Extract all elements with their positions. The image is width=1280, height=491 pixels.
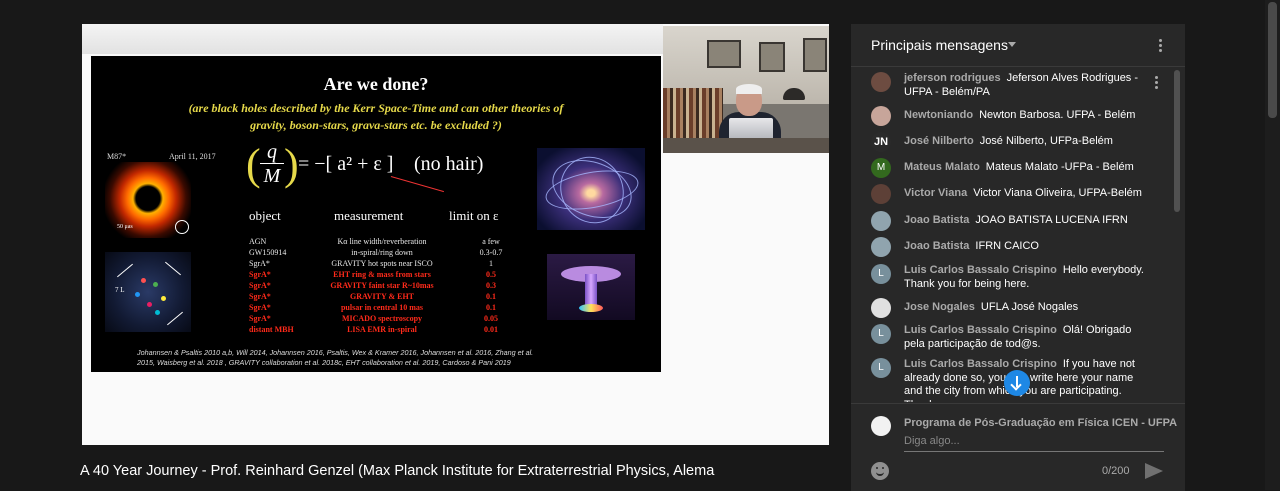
chat-message-input[interactable]: Diga algo... (904, 434, 1164, 452)
equation-note: (no hair) (414, 153, 484, 175)
message-author: José Nilberto (904, 135, 974, 147)
slide-title: Are we done? (323, 74, 429, 94)
table-row: SgrA* pulsar in central 10 mas 0.1 (249, 303, 496, 312)
chat-more-options-icon[interactable] (1159, 39, 1163, 54)
table-row: GW150914 in-spiral/ring down 0.3-0.7 (249, 248, 503, 257)
column-header-object: object (249, 208, 281, 223)
character-counter: 0/200 (1102, 465, 1130, 477)
avatar (871, 298, 891, 318)
m87-beam-circle (175, 220, 189, 234)
column-header-limit: limit on ε (449, 208, 499, 223)
message-author: Luis Carlos Bassalo Crispino (904, 264, 1057, 276)
slide-subtitle-line-1: (are black holes described by the Kerr S… (188, 101, 564, 115)
message-author: Joao Batista (904, 240, 970, 252)
chat-mode-dropdown[interactable]: Principais mensagens (871, 37, 1008, 53)
avatar: JN (871, 132, 891, 152)
message-author: Luis Carlos Bassalo Crispino (904, 324, 1057, 336)
message-author: Mateus Malato (904, 161, 980, 173)
chat-scrollbar[interactable] (1173, 66, 1181, 402)
page-scrollbar[interactable] (1265, 0, 1280, 490)
presentation-slide: Are we done? (are black holes described … (91, 56, 661, 372)
message-text: Mateus Malato -UFPa - Belém (985, 161, 1134, 173)
avatar (871, 237, 891, 257)
message-text: Victor Viana Oliveira, UFPA-Belém (973, 187, 1142, 199)
table-row: SgrA* GRAVITY faint star R~10mas 0.3 (249, 281, 496, 290)
no-hair-equation: ( q M ) = −[ a² + ε ] (no hair) (246, 140, 484, 189)
scroll-to-bottom-icon[interactable] (1004, 370, 1030, 396)
message-text: JOAO BATISTA LUCENA IFRN (975, 214, 1128, 226)
chevron-down-icon[interactable] (1008, 42, 1016, 47)
m87-label: M87* (107, 152, 127, 161)
equation-rhs: = −[ a² + ε ] (298, 153, 394, 175)
message-author: jeferson rodrigues (904, 72, 1001, 84)
table-row: SgrA* EHT ring & mass from stars 0.5 (249, 270, 496, 279)
avatar (871, 106, 891, 126)
m87-scale-label: 50 μas (117, 224, 133, 230)
m87-date: April 11, 2017 (169, 152, 216, 161)
message-more-options-icon[interactable] (1155, 76, 1159, 91)
equation-numerator: q (267, 141, 277, 163)
slide-references: Johannsen & Psaltis 2010 a,b, Will 2014,… (137, 348, 534, 367)
message-author: Newtoniando (904, 109, 974, 121)
composer-author: Programa de Pós-Graduação em Física ICEN… (904, 417, 1178, 429)
message-author: Jose Nogales (904, 301, 975, 313)
chat-message-list[interactable]: jeferson rodrigues Jeferson Alves Rodrigu… (851, 66, 1185, 402)
composer-avatar (871, 416, 891, 436)
avatar (871, 184, 891, 204)
avatar: M (871, 158, 891, 178)
equation-denominator: M (263, 165, 281, 187)
video-title: A 40 Year Journey - Prof. Reinhard Genze… (80, 463, 715, 479)
emoji-icon[interactable] (871, 462, 889, 480)
message-text: José Nilberto, UFPa-Belém (979, 135, 1113, 147)
avatar: L (871, 358, 891, 378)
table-row: distant MBH LISA EMR in-spiral 0.01 (249, 325, 498, 334)
message-text: UFLA José Nogales (980, 301, 1079, 313)
message-author: Joao Batista (904, 214, 970, 226)
avatar (871, 72, 891, 92)
orbits-illustration (537, 145, 645, 235)
video-player[interactable]: Are we done? (are black holes described … (82, 24, 829, 445)
avatar: L (871, 324, 891, 344)
slide-top-strip (82, 24, 663, 54)
avatar: L (871, 264, 891, 284)
message-text: Newton Barbosa. UFPA - Belém (979, 109, 1136, 121)
chat-header: Principais mensagens (851, 24, 1185, 67)
table-row: AGN Kα line width/reverberation a few (249, 237, 500, 246)
avatar (871, 211, 891, 231)
message-author: Luis Carlos Bassalo Crispino (904, 358, 1057, 370)
message-text: IFRN CAICO (975, 240, 1039, 252)
message-author: Victor Viana (904, 187, 968, 199)
table-row: SgrA* GRAVITY & EHT 0.1 (249, 292, 496, 301)
table-row: SgrA* GRAVITY hot spots near ISCO 1 (249, 259, 493, 268)
chat-composer: Programa de Pós-Graduação em Física ICEN… (851, 403, 1185, 491)
slide-subtitle-line-2: gravity, boson-stars, grava-stars etc. b… (250, 118, 502, 132)
column-header-measurement: measurement (334, 208, 404, 223)
speaker-webcam (663, 26, 829, 153)
table-row: SgrA* MICADO spectroscopy 0.05 (249, 314, 498, 323)
slide-subtitle: (are black holes described by the Kerr S… (151, 100, 601, 134)
live-chat-panel: Principais mensagens jeferson rodrigues J… (851, 24, 1185, 491)
send-icon[interactable] (1145, 463, 1163, 479)
